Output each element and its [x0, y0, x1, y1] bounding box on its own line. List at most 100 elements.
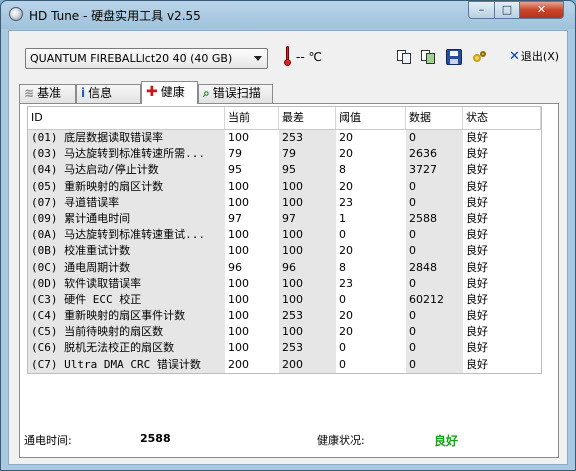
status-value: 良好 [466, 341, 488, 355]
table-row[interactable]: (0B) 校准重试计数 100 100 20 0 良好 [28, 243, 541, 260]
worst-value: 200 [279, 356, 336, 373]
save-icon[interactable] [446, 49, 462, 65]
chevron-down-icon[interactable] [254, 56, 262, 61]
raw-data-value: 0 [406, 243, 463, 260]
column-header-current[interactable]: 当前 [225, 107, 279, 129]
power-on-time-value: 2588 [140, 432, 171, 445]
threshold-value: 0 [339, 341, 346, 355]
worst-value: 100 [279, 194, 336, 211]
tab-health[interactable]: ✚ 健康 [141, 81, 198, 104]
threshold-value: 0 [339, 357, 346, 371]
attribute-id: (C3) 硬件 ECC 校正 [28, 291, 225, 309]
status-value: 良好 [466, 325, 488, 339]
current-value: 100 [228, 309, 249, 323]
health-status-label: 健康状况: [317, 434, 365, 447]
current-value: 100 [228, 131, 249, 144]
exit-icon: ✕ [509, 49, 520, 64]
current-value: 100 [228, 244, 249, 258]
status-value: 良好 [466, 211, 488, 225]
drive-select-value: QUANTUM FIREBALLlct20 40 (40 GB) [30, 52, 233, 65]
table-row[interactable]: (0A) 马达旋转到标准转速重试... 100 100 0 0 良好 [28, 227, 541, 244]
threshold-value: 0 [339, 228, 346, 242]
raw-data-value: 0 [406, 340, 463, 357]
exit-button[interactable]: ✕退出(X) [509, 48, 559, 66]
window-title: HD Tune - 硬盘实用工具 v2.55 [29, 9, 201, 23]
raw-data-value: 0 [406, 227, 463, 244]
tab-benchmark[interactable]: ≋ 基准 [19, 84, 76, 103]
tab-info-label: 信息 [88, 86, 113, 100]
table-row[interactable]: (C3) 硬件 ECC 校正 100 100 0 60212 良好 [28, 291, 541, 309]
title-bar[interactable]: HD Tune - 硬盘实用工具 v2.55 – □ ✕ [1, 1, 575, 29]
table-row[interactable]: (C5) 当前待映射的扇区数 100 100 20 0 良好 [28, 324, 541, 341]
status-value: 良好 [466, 131, 488, 144]
current-value: 96 [228, 260, 242, 274]
column-header-threshold[interactable]: 阈值 [336, 107, 406, 129]
copy-screenshot-icon[interactable] [420, 49, 436, 65]
threshold-value: 1 [339, 211, 346, 225]
current-value: 97 [228, 211, 242, 225]
raw-data-value: 3727 [406, 162, 463, 179]
raw-data-value: 0 [406, 308, 463, 325]
current-value: 100 [228, 179, 249, 193]
threshold-value: 20 [339, 325, 353, 339]
options-icon[interactable] [472, 49, 488, 65]
status-value: 良好 [466, 276, 488, 290]
table-row[interactable]: (0C) 通电周期计数 96 96 8 2848 良好 [28, 259, 541, 276]
benchmark-icon: ≋ [24, 86, 35, 100]
tab-health-label: 健康 [160, 85, 185, 99]
maximize-button[interactable]: □ [494, 1, 520, 19]
current-value: 200 [228, 357, 249, 371]
tab-error-scan-label: 错误扫描 [212, 86, 261, 100]
attribute-id: (C7) Ultra DMA CRC 错误计数 [28, 356, 225, 373]
table-row[interactable]: (01) 底层数据读取错误率 100 253 20 0 良好 [28, 130, 541, 147]
table-row[interactable]: (03) 马达旋转到标准转速所需... 79 79 20 2636 良好 [28, 146, 541, 163]
column-header-worst[interactable]: 最差 [279, 107, 336, 129]
current-value: 100 [228, 341, 249, 355]
drive-select[interactable]: QUANTUM FIREBALLlct20 40 (40 GB) [25, 48, 268, 69]
status-value: 良好 [466, 195, 488, 209]
table-row[interactable]: (0D) 软件读取错误率 100 100 23 0 良好 [28, 275, 541, 292]
attribute-id: (09) 累计通电时间 [28, 210, 225, 228]
smart-table: ID 当前 最差 阈值 数据 状态 (01) 底层数据读取错误率 100 253 20… [27, 106, 542, 374]
table-row[interactable]: (C7) Ultra DMA CRC 错误计数 200 200 0 0 良好 [28, 356, 541, 373]
table-row[interactable]: (C4) 重新映射的扇区事件计数 100 253 20 0 良好 [28, 308, 541, 325]
status-value: 良好 [466, 228, 488, 242]
table-row[interactable]: (C6) 脱机无法校正的扇区数 100 253 0 0 良好 [28, 340, 541, 357]
status-value: 良好 [466, 163, 488, 177]
table-row[interactable]: (09) 累计通电时间 97 97 1 2588 良好 [28, 210, 541, 228]
hd-tune-app-icon [9, 7, 23, 21]
table-row[interactable]: (04) 马达启动/停止计数 95 95 8 3727 良好 [28, 162, 541, 179]
current-value: 100 [228, 325, 249, 339]
attribute-id: (0C) 通电周期计数 [28, 259, 225, 276]
status-footer: 通电时间: 2588 健康状况: 良好 [20, 432, 558, 452]
power-on-time-label: 通电时间: [24, 434, 72, 447]
worst-value: 97 [279, 210, 336, 228]
raw-data-value: 0 [406, 275, 463, 292]
attribute-id: (0A) 马达旋转到标准转速重试... [28, 227, 225, 244]
app-window: HD Tune - 硬盘实用工具 v2.55 – □ ✕ QUANTUM FIR… [0, 0, 576, 471]
column-header-id[interactable]: ID [28, 107, 225, 129]
tab-strip: ≋ 基准 i 信息 ✚ 健康 ⌕ 错误扫描 [19, 81, 559, 104]
thermometer-icon [284, 46, 291, 66]
threshold-value: 23 [339, 195, 353, 209]
close-button[interactable]: ✕ [519, 1, 564, 19]
current-value: 100 [228, 228, 249, 242]
info-icon: i [81, 86, 86, 100]
minimize-button[interactable]: – [468, 1, 495, 19]
table-row[interactable]: (07) 寻道错误率 100 100 23 0 良好 [28, 194, 541, 211]
tab-error-scan[interactable]: ⌕ 错误扫描 [198, 84, 273, 103]
table-row[interactable]: (05) 重新映射的扇区计数 100 100 20 0 良好 [28, 178, 541, 195]
copy-icon[interactable] [396, 49, 412, 65]
column-header-status[interactable]: 状态 [463, 107, 541, 129]
health-panel: ID 当前 最差 阈值 数据 状态 (01) 底层数据读取错误率 100 253 20… [19, 103, 559, 458]
raw-data-value: 0 [406, 130, 463, 147]
worst-value: 100 [279, 324, 336, 341]
status-value: 良好 [466, 309, 488, 323]
raw-data-value: 2848 [406, 259, 463, 276]
worst-value: 100 [279, 275, 336, 292]
attribute-id: (C5) 当前待映射的扇区数 [28, 324, 225, 341]
tab-info[interactable]: i 信息 [76, 84, 141, 103]
column-header-data[interactable]: 数据 [406, 107, 463, 129]
main-client-area: QUANTUM FIREBALLlct20 40 (40 GB) -- ℃ ✕退… [8, 30, 568, 465]
health-status-value: 良好 [434, 434, 459, 448]
